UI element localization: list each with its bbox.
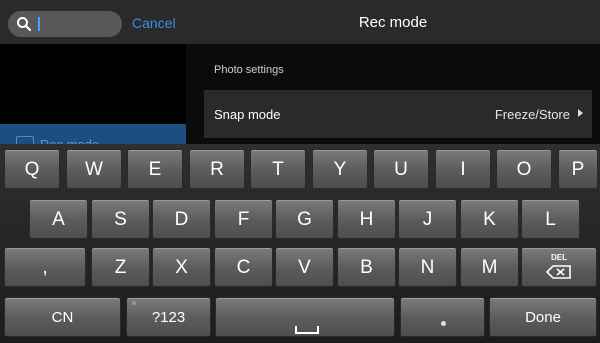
key-w[interactable]: W [66, 149, 122, 189]
cancel-button[interactable]: Cancel [132, 15, 176, 31]
snap-mode-row[interactable]: Snap mode Freeze/Store [204, 90, 592, 138]
key-z[interactable]: Z [91, 247, 150, 287]
key-j[interactable]: J [398, 199, 457, 239]
section-title: Photo settings [214, 64, 284, 76]
key-m[interactable]: M [460, 247, 519, 287]
snap-mode-value: Freeze/Store [494, 107, 570, 122]
key-delete[interactable]: DEL [521, 247, 597, 287]
snap-mode-label: Snap mode [214, 107, 281, 122]
key-g[interactable]: G [275, 199, 334, 239]
key-cn[interactable]: CN [4, 297, 121, 337]
key-q[interactable]: Q [4, 149, 60, 189]
backspace-icon [546, 265, 571, 279]
key-o[interactable]: O [496, 149, 552, 189]
search-bar: Cancel [0, 0, 186, 44]
key-numbers[interactable]: ?123 [126, 297, 211, 337]
key-p[interactable]: P [558, 149, 598, 189]
key-f[interactable]: F [214, 199, 273, 239]
done-button[interactable]: Done [489, 297, 597, 337]
key-u[interactable]: U [373, 149, 429, 189]
key-a[interactable]: A [29, 199, 88, 239]
key-e[interactable]: E [127, 149, 183, 189]
search-box[interactable] [8, 11, 122, 37]
key-space[interactable] [215, 297, 395, 337]
search-icon [17, 17, 32, 32]
key-b[interactable]: B [337, 247, 396, 287]
search-input[interactable] [38, 14, 122, 36]
key-d[interactable]: D [152, 199, 211, 239]
key-x[interactable]: X [152, 247, 211, 287]
period-icon [441, 321, 446, 326]
sidebar [0, 44, 186, 124]
header: Rec mode [186, 0, 600, 44]
key-v[interactable]: V [275, 247, 334, 287]
on-screen-keyboard: Q W E R T Y U I O P A S D F G H J K L , … [0, 144, 600, 343]
numbers-label: ?123 [151, 309, 186, 326]
page-title: Rec mode [358, 14, 428, 31]
key-h[interactable]: H [337, 199, 396, 239]
chevron-right-icon [578, 109, 583, 117]
key-comma[interactable]: , [4, 247, 86, 287]
indicator-dot [132, 301, 136, 305]
key-k[interactable]: K [460, 199, 519, 239]
space-icon [295, 326, 319, 334]
key-c[interactable]: C [214, 247, 273, 287]
key-period[interactable] [400, 297, 485, 337]
key-s[interactable]: S [91, 199, 150, 239]
key-t[interactable]: T [250, 149, 306, 189]
key-l[interactable]: L [521, 199, 580, 239]
key-y[interactable]: Y [312, 149, 368, 189]
key-i[interactable]: I [435, 149, 491, 189]
key-r[interactable]: R [189, 149, 245, 189]
key-n[interactable]: N [398, 247, 457, 287]
delete-label: DEL [551, 253, 567, 262]
